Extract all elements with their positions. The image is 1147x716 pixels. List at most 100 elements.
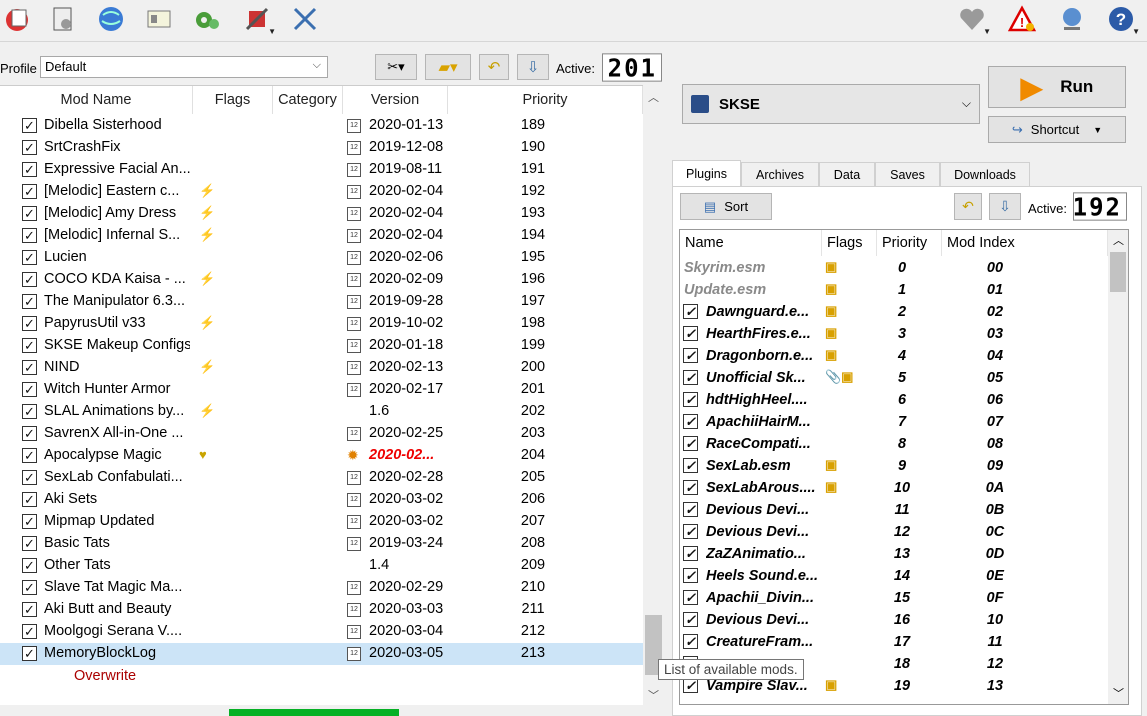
col-flags[interactable]: Flags <box>193 86 273 114</box>
mod-checkbox[interactable]: ✓ <box>22 448 37 463</box>
mod-row[interactable]: ✓ SrtCrashFix 12 2019-12-08 190 <box>0 137 643 159</box>
shortcut-button[interactable]: ↪ Shortcut ▼ <box>988 116 1126 143</box>
mod-checkbox[interactable]: ✓ <box>22 360 37 375</box>
mod-checkbox[interactable]: ✓ <box>22 536 37 551</box>
executable-select[interactable]: SKSE ⌵ <box>682 84 980 124</box>
mod-checkbox[interactable]: ✓ <box>22 470 37 485</box>
col-flags[interactable]: Flags <box>822 230 877 256</box>
sort-button[interactable]: ▤ Sort <box>680 193 772 220</box>
help-icon[interactable]: ? ▼ <box>1106 4 1140 36</box>
restore-backup-button[interactable]: ↶ <box>479 54 509 80</box>
mod-checkbox[interactable]: ✓ <box>22 558 37 573</box>
mod-row[interactable]: ✓ Dibella Sisterhood 12 2020-01-13 189 <box>0 115 643 137</box>
open-folder-button[interactable]: ▰▾ <box>425 54 471 80</box>
tab-data[interactable]: Data <box>819 162 875 186</box>
plugin-row[interactable]: ✓ HearthFires.e... ▣ 3 03 <box>680 323 1108 345</box>
plugin-row[interactable]: ✓ ZaZAnimatio... 13 0D <box>680 543 1108 565</box>
mod-checkbox[interactable]: ✓ <box>22 646 37 661</box>
scroll-down-icon[interactable]: ﹀ <box>648 687 659 703</box>
mod-checkbox[interactable]: ✓ <box>22 272 37 287</box>
plugin-checkbox[interactable]: ✓ <box>683 348 698 363</box>
mod-row[interactable]: ✓ MemoryBlockLog 12 2020-03-05 213 <box>0 643 643 665</box>
mod-row[interactable]: ✓ Moolgogi Serana V.... 12 2020-03-04 21… <box>0 621 643 643</box>
plugin-checkbox[interactable]: ✓ <box>683 524 698 539</box>
mod-row[interactable]: ✓ [Melodic] Amy Dress ⚡ 12 2020-02-04 19… <box>0 203 643 225</box>
mod-row[interactable]: ✓ SavrenX All-in-One ... 12 2020-02-25 2… <box>0 423 643 445</box>
plugin-row[interactable]: ✓ Devious Devi... 16 10 <box>680 609 1108 631</box>
scroll-up-icon[interactable]: ︿ <box>1113 232 1124 248</box>
create-backup-button[interactable]: ⇩ <box>517 54 549 80</box>
mod-checkbox[interactable]: ✓ <box>22 426 37 441</box>
profile-select[interactable]: Default ⌵ <box>40 56 328 78</box>
plugin-row[interactable]: ✓ Dawnguard.e... ▣ 2 02 <box>680 301 1108 323</box>
scroll-down-icon[interactable]: ﹀ <box>1113 685 1124 701</box>
plugin-checkbox[interactable]: ✓ <box>683 392 698 407</box>
plugin-checkbox[interactable]: ✓ <box>683 436 698 451</box>
scroll-thumb[interactable] <box>1110 252 1126 292</box>
mod-row[interactable]: ✓ Mipmap Updated 12 2020-03-02 207 <box>0 511 643 533</box>
run-button[interactable]: ▶ Run <box>988 66 1126 108</box>
plugin-row[interactable]: Update.esm ▣ 1 01 <box>680 279 1108 301</box>
nexus-icon[interactable] <box>48 4 78 34</box>
plugin-row[interactable]: ✓ ApachiiHairM... 7 07 <box>680 411 1108 433</box>
mod-checkbox[interactable]: ✓ <box>22 118 37 133</box>
mod-row[interactable]: ✓ Aki Butt and Beauty 12 2020-03-03 211 <box>0 599 643 621</box>
mod-row[interactable]: ✓ Apocalypse Magic ♥ ✹ 2020-02... 204 <box>0 445 643 467</box>
mod-checkbox[interactable]: ✓ <box>22 382 37 397</box>
col-priority[interactable]: Priority <box>448 86 643 114</box>
plugin-row[interactable]: ✓ Unofficial Sk... 📎▣ 5 05 <box>680 367 1108 389</box>
mod-row[interactable]: ✓ SexLab Confabulati... 12 2020-02-28 20… <box>0 467 643 489</box>
web-icon[interactable] <box>96 4 126 34</box>
tools-icon[interactable]: ▼ <box>242 4 276 36</box>
plugin-row[interactable]: ✓ Dragonborn.e... ▣ 4 04 <box>680 345 1108 367</box>
endorse-icon[interactable]: ▼ <box>957 4 991 36</box>
mod-row[interactable]: ✓ [Melodic] Eastern c... ⚡ 12 2020-02-04… <box>0 181 643 203</box>
mod-checkbox[interactable]: ✓ <box>22 624 37 639</box>
plugin-row[interactable]: ✓ Heels Sound.e... 14 0E <box>680 565 1108 587</box>
mod-row[interactable]: ✓ SLAL Animations by... ⚡ 1.6 202 <box>0 401 643 423</box>
plugin-checkbox[interactable]: ✓ <box>683 326 698 341</box>
mod-checkbox[interactable]: ✓ <box>22 602 37 617</box>
tab-archives[interactable]: Archives <box>741 162 819 186</box>
plugin-row[interactable]: ✓ CreatureFram... 17 11 <box>680 631 1108 653</box>
mod-row[interactable]: ✓ Aki Sets 12 2020-03-02 206 <box>0 489 643 511</box>
mod-list[interactable]: Mod Name Flags Category Version Priority… <box>0 85 665 705</box>
col-name[interactable]: Name <box>680 230 822 256</box>
wrench-icon[interactable] <box>290 4 320 34</box>
update-icon[interactable] <box>1057 4 1087 34</box>
plugin-row[interactable]: ✓ SexLab.esm ▣ 9 09 <box>680 455 1108 477</box>
plugin-checkbox[interactable]: ✓ <box>683 634 698 649</box>
warning-icon[interactable]: ! <box>1007 4 1037 34</box>
mod-checkbox[interactable]: ✓ <box>22 228 37 243</box>
mod-row[interactable]: ✓ PapyrusUtil v33 ⚡ 12 2019-10-02 198 <box>0 313 643 335</box>
mod-row[interactable]: ✓ The Manipulator 6.3... 12 2019-09-28 1… <box>0 291 643 313</box>
overwrite-entry[interactable]: Overwrite <box>74 668 136 684</box>
mod-checkbox[interactable]: ✓ <box>22 162 37 177</box>
plugin-row[interactable]: ✓ Devious Devi... 11 0B <box>680 499 1108 521</box>
col-version[interactable]: Version <box>343 86 448 114</box>
mod-row[interactable]: ✓ Witch Hunter Armor 12 2020-02-17 201 <box>0 379 643 401</box>
mod-row[interactable]: ✓ Other Tats 1.4 209 <box>0 555 643 577</box>
plugin-checkbox[interactable]: ✓ <box>683 304 698 319</box>
mod-checkbox[interactable]: ✓ <box>22 206 37 221</box>
install-mod-icon[interactable] <box>2 4 32 34</box>
scroll-up-icon[interactable]: ︿ <box>648 89 659 105</box>
mod-row[interactable]: ✓ [Melodic] Infernal S... ⚡ 12 2020-02-0… <box>0 225 643 247</box>
tab-downloads[interactable]: Downloads <box>940 162 1030 186</box>
col-mod-name[interactable]: Mod Name <box>0 86 193 114</box>
plugin-checkbox[interactable]: ✓ <box>683 612 698 627</box>
mod-checkbox[interactable]: ✓ <box>22 294 37 309</box>
tab-plugins[interactable]: Plugins <box>672 160 741 187</box>
settings-icon[interactable] <box>192 4 222 34</box>
mod-checkbox[interactable]: ✓ <box>22 492 37 507</box>
mod-checkbox[interactable]: ✓ <box>22 338 37 353</box>
plugin-checkbox[interactable]: ✓ <box>683 458 698 473</box>
plugin-row[interactable]: Skyrim.esm ▣ 0 00 <box>680 257 1108 279</box>
mod-checkbox[interactable]: ✓ <box>22 250 37 265</box>
plugin-row[interactable]: ✓ Apachii_Divin... 15 0F <box>680 587 1108 609</box>
modlist-tools-button[interactable]: ✂▾ <box>375 54 417 80</box>
mod-row[interactable]: ✓ Expressive Facial An... 12 2019-08-11 … <box>0 159 643 181</box>
mod-row[interactable]: ✓ Slave Tat Magic Ma... 12 2020-02-29 21… <box>0 577 643 599</box>
mod-row[interactable]: ✓ Basic Tats 12 2019-03-24 208 <box>0 533 643 555</box>
plugin-checkbox[interactable]: ✓ <box>683 370 698 385</box>
